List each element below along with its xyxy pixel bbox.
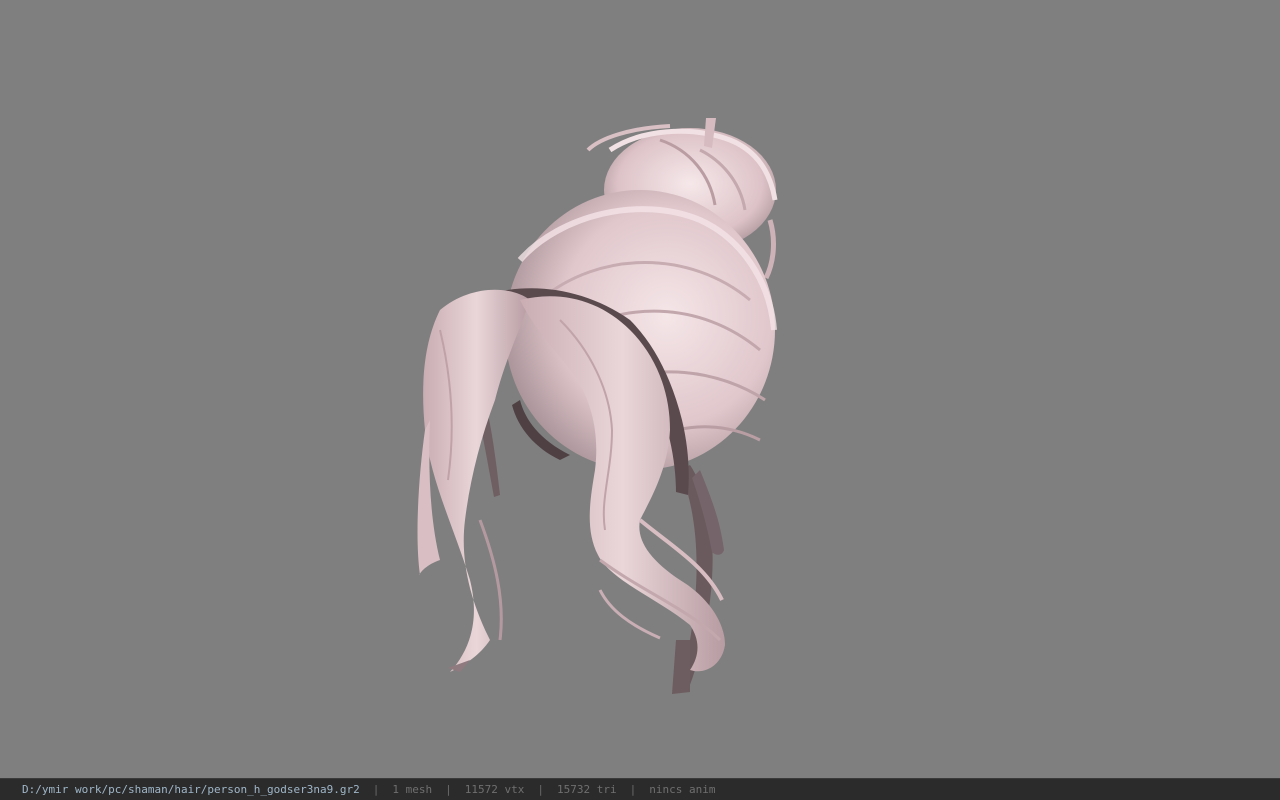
status-separator: | bbox=[629, 783, 637, 796]
triangle-count-label: 15732 tri bbox=[557, 783, 617, 796]
3d-viewport[interactable] bbox=[0, 0, 1280, 778]
mesh-count-label: 1 mesh bbox=[392, 783, 433, 796]
file-path-label: D:/ymir work/pc/shaman/hair/person_h_god… bbox=[22, 783, 360, 796]
status-separator: | bbox=[372, 783, 380, 796]
hair-model bbox=[417, 118, 778, 694]
status-separator: | bbox=[537, 783, 544, 796]
animation-status-label: nincs anim bbox=[649, 783, 716, 796]
vertex-count-label: 11572 vtx bbox=[464, 783, 525, 796]
status-bar: D:/ymir work/pc/shaman/hair/person_h_god… bbox=[0, 778, 1280, 800]
status-separator: | bbox=[445, 783, 452, 796]
